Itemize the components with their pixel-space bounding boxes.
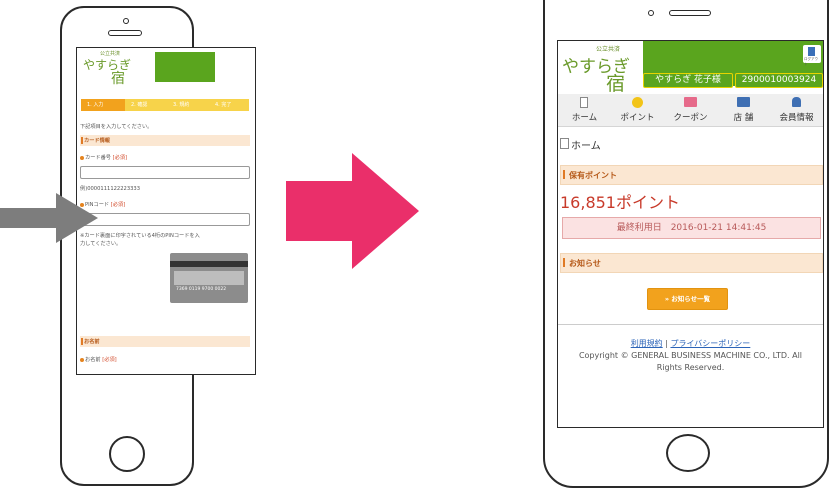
- section-name: お名前: [80, 336, 250, 347]
- nav-coupon-label: クーポン: [673, 113, 708, 123]
- section-name-label: お名前: [84, 339, 100, 345]
- name-label-row: お名前 [必須]: [80, 356, 117, 363]
- card-back-image: 7369 0119 9700 0022: [170, 253, 248, 303]
- card-number-input[interactable]: [80, 166, 250, 179]
- required-badge: [必須]: [110, 202, 126, 208]
- home-icon: [580, 97, 588, 108]
- card-number-label-row: カード番号 [必須]: [80, 154, 127, 161]
- step-1: 1. 入力: [81, 99, 125, 111]
- step-3: 3. 規約: [167, 99, 209, 111]
- earpiece: [108, 30, 142, 36]
- page-title: ホーム: [571, 141, 601, 152]
- header-banner: [155, 52, 215, 82]
- instruction-text: 下記項目を入力してください。: [80, 124, 153, 130]
- home-button[interactable]: [666, 434, 710, 472]
- point-coin-icon: [632, 97, 643, 108]
- logout-button[interactable]: ログアウト: [803, 45, 821, 66]
- member-number-badge: 2900010003924: [735, 73, 823, 88]
- copyright-line1: Copyright © GENERAL BUSINESS MACHINE CO.…: [578, 351, 803, 360]
- earpiece: [669, 10, 711, 16]
- last-used-date: 最終利用日 2016-01-21 14:41:45: [562, 217, 821, 239]
- store-icon: [737, 97, 750, 107]
- card-number-label: カード番号: [85, 155, 111, 161]
- section-news-label: お知らせ: [569, 259, 601, 268]
- nav-store[interactable]: 店 舗: [717, 94, 770, 126]
- nav-home[interactable]: ホーム: [558, 94, 611, 126]
- copyright: Copyright © GENERAL BUSINESS MACHINE CO.…: [562, 350, 819, 374]
- name-label: お名前: [85, 357, 101, 363]
- section-points-label: 保有ポイント: [569, 171, 617, 180]
- footer-links: 利用規約 | プライバシーポリシー: [558, 338, 823, 349]
- front-camera: [123, 18, 129, 24]
- user-name: やすらぎ 花子様: [655, 75, 721, 85]
- user-name-badge: やすらぎ 花子様: [643, 73, 733, 88]
- nav-member-label: 会員情報: [779, 113, 814, 123]
- nav-member[interactable]: 会員情報: [770, 94, 823, 126]
- points-value: 16,851ポイント: [560, 193, 680, 212]
- page-title-icon: [560, 138, 569, 149]
- card-number-print: 7369 0119 9700 0022: [176, 287, 227, 292]
- nav-home-label: ホーム: [571, 113, 598, 123]
- left-screen: 公立共済 やすらぎ 宿 1. 入力 2. 確認 3. 規約 4. 完了 下記項目…: [76, 47, 256, 375]
- home-button[interactable]: [109, 436, 145, 472]
- member-icon: [792, 97, 801, 107]
- section-points: 保有ポイント: [560, 165, 823, 185]
- member-number: 2900010003924: [741, 75, 817, 85]
- pointer-arrow-icon: [0, 193, 98, 243]
- privacy-link[interactable]: プライバシーポリシー: [670, 339, 750, 348]
- step-4: 4. 完了: [209, 99, 249, 111]
- left-logo: 公立共済 やすらぎ 宿: [77, 48, 153, 87]
- logo-kanji: 宿: [606, 73, 626, 95]
- copyright-line2: Rights Reserved.: [656, 363, 725, 372]
- footer-divider: [558, 324, 823, 325]
- pin-input[interactable]: [80, 213, 250, 226]
- section-news: お知らせ: [560, 253, 823, 273]
- nav-points[interactable]: ポイント: [611, 94, 664, 126]
- app-logo: 公立共済 やすらぎ 宿: [558, 41, 643, 95]
- required-badge: [必須]: [112, 155, 128, 161]
- progress-steps: 1. 入力 2. 確認 3. 規約 4. 完了: [81, 99, 249, 111]
- front-camera: [648, 10, 654, 16]
- logo-kanji: 宿: [111, 71, 125, 87]
- right-screen: 公立共済 やすらぎ 宿 ログアウト やすらぎ 花子様 2900010003924…: [557, 40, 824, 428]
- nav-points-label: ポイント: [620, 113, 655, 123]
- nav-bar: ホーム ポイント クーポン 店 舗 会員情報: [558, 94, 823, 127]
- nav-store-label: 店 舗: [733, 113, 754, 123]
- terms-link[interactable]: 利用規約: [631, 339, 663, 348]
- transition-arrow-icon: [286, 153, 419, 269]
- required-badge: [必須]: [102, 357, 117, 363]
- coupon-icon: [684, 97, 697, 107]
- nav-coupon[interactable]: クーポン: [664, 94, 717, 126]
- news-list-button[interactable]: » お知らせ一覧: [647, 288, 728, 310]
- logout-label: ログアウト: [804, 57, 818, 66]
- card-number-example: 例)0000111122223333: [80, 186, 141, 192]
- section-card-label: カード情報: [84, 138, 110, 144]
- step-2: 2. 確認: [125, 99, 167, 111]
- logout-icon: [808, 47, 815, 56]
- section-card-info: カード情報: [80, 135, 250, 146]
